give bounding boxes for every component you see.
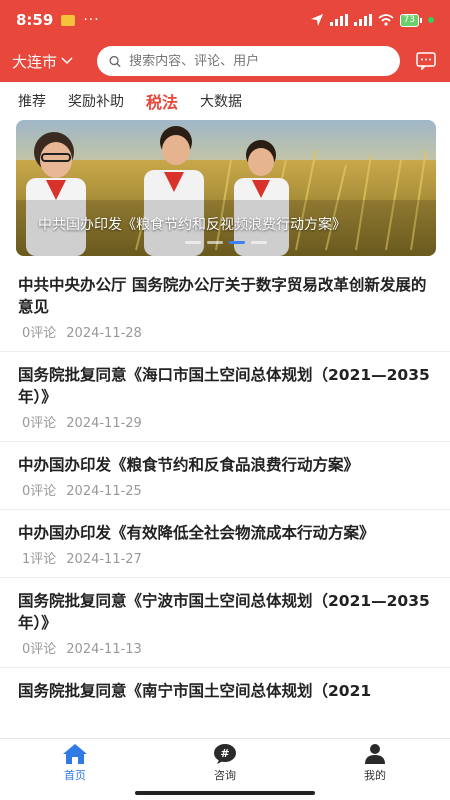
home-indicator[interactable] bbox=[135, 791, 315, 795]
home-icon bbox=[63, 744, 87, 764]
news-title: 国务院批复同意《海口市国土空间总体规划（2021—2035年）》 bbox=[18, 366, 430, 406]
carousel-dot-active bbox=[229, 241, 245, 244]
comment-count: 0评论 bbox=[22, 642, 57, 657]
news-date: 2024-11-13 bbox=[66, 642, 142, 657]
signal-icon bbox=[329, 14, 348, 26]
tab-tax-law[interactable]: 税法 bbox=[146, 89, 178, 113]
news-title: 中办国办印发《有效降低全社会物流成本行动方案》 bbox=[18, 524, 375, 542]
carousel-indicators bbox=[16, 241, 436, 244]
battery-icon: 73 bbox=[399, 13, 422, 27]
list-item[interactable]: 国务院批复同意《南宁市国土空间总体规划（2021 bbox=[0, 668, 450, 712]
svg-text:#: # bbox=[220, 747, 229, 760]
comment-count: 0评论 bbox=[22, 326, 57, 341]
list-item[interactable]: 国务院批复同意《海口市国土空间总体规划（2021—2035年）》 0评论 2024… bbox=[0, 352, 450, 442]
tab-big-data[interactable]: 大数据 bbox=[200, 91, 242, 111]
more-notifications-icon: ··· bbox=[83, 12, 100, 28]
city-label: 大连市 bbox=[12, 52, 58, 71]
list-item[interactable]: 中办国办印发《粮食节约和反食品浪费行动方案》 0评论 2024-11-25 bbox=[0, 442, 450, 510]
news-title: 中共中央办公厅 国务院办公厅关于数字贸易改革创新发展的意见 bbox=[18, 276, 427, 316]
comment-count: 1评论 bbox=[22, 552, 57, 567]
chevron-down-icon bbox=[61, 57, 73, 65]
news-date: 2024-11-29 bbox=[66, 416, 142, 431]
news-meta: 1评论 2024-11-27 bbox=[18, 548, 432, 567]
signal-icon-2 bbox=[353, 14, 372, 26]
news-meta: 0评论 2024-11-29 bbox=[18, 412, 432, 431]
news-date: 2024-11-27 bbox=[66, 552, 142, 567]
news-list: 中共中央办公厅 国务院办公厅关于数字贸易改革创新发展的意见 0评论 2024-11… bbox=[0, 262, 450, 712]
list-item[interactable]: 中共中央办公厅 国务院办公厅关于数字贸易改革创新发展的意见 0评论 2024-11… bbox=[0, 262, 450, 352]
news-date: 2024-11-28 bbox=[66, 326, 142, 341]
message-button[interactable] bbox=[414, 52, 438, 70]
banner-caption: 中共国办印发《粮食节约和反视频浪费行动方案》 bbox=[38, 217, 346, 233]
nav-home-label: 首页 bbox=[64, 769, 86, 782]
list-item[interactable]: 国务院批复同意《宁波市国土空间总体规划（2021—2035年）》 0评论 2024… bbox=[0, 578, 450, 668]
carousel-dot bbox=[185, 241, 201, 244]
news-title: 国务院批复同意《宁波市国土空间总体规划（2021—2035年）》 bbox=[18, 592, 430, 632]
notification-app-icon bbox=[61, 14, 76, 26]
location-icon bbox=[310, 14, 323, 26]
status-bar: 8:59 ··· 73 bbox=[0, 0, 450, 40]
banner-image bbox=[16, 120, 436, 256]
search-box[interactable] bbox=[97, 46, 400, 76]
news-meta: 0评论 2024-11-13 bbox=[18, 638, 432, 657]
list-item[interactable]: 中办国办印发《有效降低全社会物流成本行动方案》 1评论 2024-11-27 bbox=[0, 510, 450, 578]
battery-level: 73 bbox=[399, 13, 419, 27]
bottom-nav: 首页 # 咨询 我的 bbox=[0, 738, 450, 800]
news-date: 2024-11-25 bbox=[66, 484, 142, 499]
nav-mine-label: 我的 bbox=[364, 769, 386, 782]
search-input[interactable] bbox=[129, 53, 388, 69]
chat-hash-icon: # bbox=[214, 744, 236, 764]
header-bar: 大连市 bbox=[0, 40, 450, 82]
wifi-icon bbox=[377, 14, 394, 26]
comment-count: 0评论 bbox=[22, 416, 57, 431]
category-tabs: 推荐 奖励补助 税法 大数据 bbox=[0, 82, 450, 120]
news-meta: 0评论 2024-11-28 bbox=[18, 322, 432, 341]
news-title: 中办国办印发《粮食节约和反食品浪费行动方案》 bbox=[18, 456, 360, 474]
carousel-dot bbox=[251, 241, 267, 244]
status-indicators: 73 bbox=[310, 13, 434, 27]
active-dot-icon bbox=[428, 17, 434, 23]
news-title: 国务院批复同意《南宁市国土空间总体规划（2021 bbox=[18, 682, 372, 700]
search-icon bbox=[109, 55, 121, 67]
nav-mine[interactable]: 我的 bbox=[300, 739, 450, 800]
status-time: 8:59 bbox=[16, 11, 54, 29]
city-selector[interactable]: 大连市 bbox=[12, 51, 97, 72]
news-meta: 0评论 2024-11-25 bbox=[18, 480, 432, 499]
nav-home[interactable]: 首页 bbox=[0, 739, 150, 800]
banner-carousel[interactable]: 中共国办印发《粮食节约和反视频浪费行动方案》 bbox=[16, 120, 436, 256]
message-icon bbox=[416, 52, 436, 70]
comment-count: 0评论 bbox=[22, 484, 57, 499]
user-icon bbox=[365, 744, 385, 764]
tab-subsidy[interactable]: 奖励补助 bbox=[68, 91, 124, 111]
nav-consult-label: 咨询 bbox=[214, 769, 236, 782]
carousel-dot bbox=[207, 241, 223, 244]
tab-recommend[interactable]: 推荐 bbox=[18, 91, 46, 111]
